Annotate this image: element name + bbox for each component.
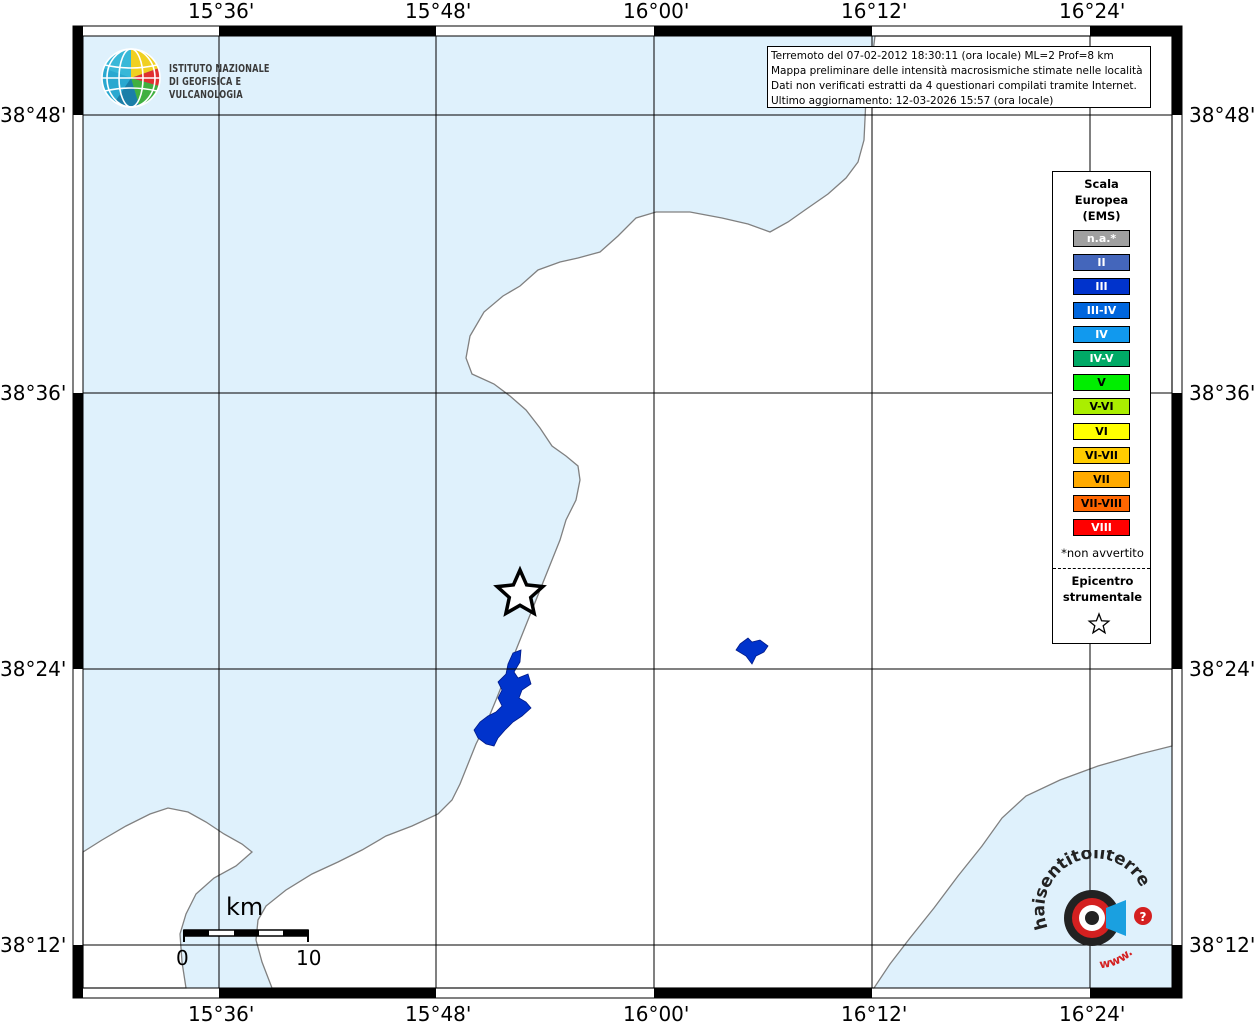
lon-label-top-1: 15°36' (188, 0, 255, 23)
logo-line-1: ISTITUTO NAZIONALE (169, 63, 270, 75)
lon-label-top-5: 16°24' (1059, 0, 1126, 23)
haisentito-logo: haisentitoilterremoto.it www. ? (1030, 850, 1154, 971)
legend-title: Scala Europea (EMS) (1053, 176, 1150, 224)
info-map-line: Mappa preliminare delle intensità macros… (771, 65, 1143, 77)
info-update-line: Ultimo aggiornamento: 12-03-2026 15:57 (… (771, 95, 1054, 107)
scale-unit-label: km (226, 893, 264, 921)
legend-swatch-iv: IV (1073, 326, 1130, 343)
scale-end-label: 10 (296, 946, 322, 970)
lon-label-bottom-1: 15°36' (188, 1002, 255, 1026)
lon-label-top-4: 16°12' (841, 0, 908, 23)
lat-label-right-3: 38°24' (1189, 657, 1254, 681)
lon-label-top-3: 16°00' (623, 0, 690, 23)
legend-epicenter-line-2: strumentale (1062, 590, 1143, 604)
legend-star-icon (1087, 612, 1111, 635)
scale-start-label: 0 (176, 946, 189, 970)
legend-epicenter-label: Epicentro strumentale (1053, 573, 1152, 605)
legend-swatch-v: V (1073, 374, 1130, 391)
lon-label-bottom-5: 16°24' (1059, 1002, 1126, 1026)
legend-swatch-vi: VI (1073, 423, 1130, 440)
lat-label-left-1: 38°48' (0, 103, 67, 127)
legend-swatch-iii-iv: III-IV (1073, 302, 1130, 319)
lon-label-bottom-2: 15°48' (405, 1002, 472, 1026)
legend-swatch-vi-vii: VI-VII (1073, 447, 1130, 464)
legend-swatch-iii: III (1073, 278, 1130, 295)
legend-swatch-iv-v: IV-V (1073, 350, 1130, 367)
lat-label-left-4: 38°12' (0, 933, 67, 957)
lat-label-right-2: 38°36' (1189, 381, 1254, 405)
lat-label-right-4: 38°12' (1189, 933, 1254, 957)
legend-title-line-2: Europea (1074, 193, 1129, 207)
lat-label-left-2: 38°36' (0, 381, 67, 405)
legend-title-line-3: (EMS) (1082, 209, 1121, 223)
legend-divider (1053, 568, 1150, 569)
legend-swatch-viii: VIII (1073, 519, 1130, 536)
legend-swatch-na: n.a.* (1073, 230, 1130, 247)
info-event-line: Terremoto del 07-02-2012 18:30:11 (ora l… (771, 50, 1114, 62)
legend-note: *non avvertito (1061, 546, 1144, 560)
legend-epicenter-line-1: Epicentro (1071, 574, 1134, 588)
lon-label-bottom-4: 16°12' (841, 1002, 908, 1026)
ems-legend: Scala Europea (EMS) n.a.* II III III-IV … (1052, 171, 1151, 644)
legend-swatch-vii-viii: VII-VIII (1073, 495, 1130, 512)
legend-swatch-ii: II (1073, 254, 1130, 271)
ingv-logo: ISTITUTO NAZIONALE DI GEOFISICA E VULCAN… (100, 47, 340, 109)
info-data-line: Dati non verificati estratti da 4 questi… (771, 80, 1137, 92)
lat-label-right-1: 38°48' (1189, 103, 1254, 127)
logo-line-2: DI GEOFISICA E VULCANOLOGIA (169, 76, 243, 101)
svg-text:?: ? (1140, 910, 1147, 924)
legend-swatch-vii: VII (1073, 471, 1130, 488)
event-info-box: Terremoto del 07-02-2012 18:30:11 (ora l… (767, 46, 1151, 108)
haisentito-logo-www: www. (1098, 945, 1135, 971)
lon-label-bottom-3: 16°00' (623, 1002, 690, 1026)
legend-title-line-1: Scala (1084, 177, 1119, 191)
ingv-globe-icon (101, 48, 161, 108)
legend-swatch-v-vi: V-VI (1073, 398, 1130, 415)
lat-label-left-3: 38°24' (0, 657, 67, 681)
lon-label-top-2: 15°48' (405, 0, 472, 23)
